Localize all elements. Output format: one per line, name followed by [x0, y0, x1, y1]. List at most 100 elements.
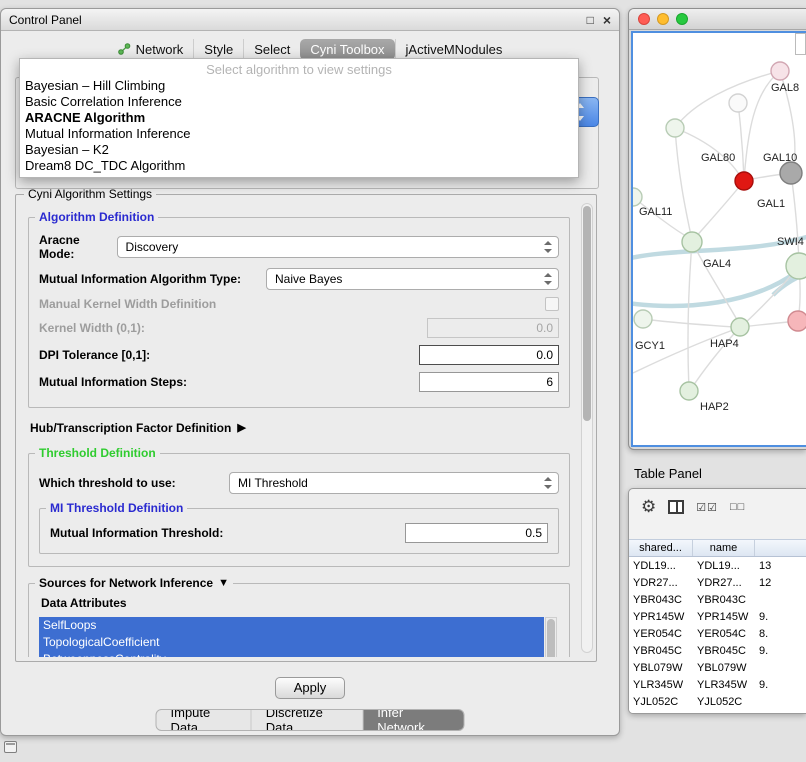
mi-algorithm-type-combobox[interactable]: Naive Bayes	[266, 268, 559, 290]
hub-definition-expander[interactable]: Hub/Transcription Factor Definition ▶	[30, 421, 568, 435]
mi-threshold-field[interactable]: 0.5	[405, 523, 548, 543]
network-edge[interactable]	[633, 197, 691, 239]
tab-select[interactable]: Select	[243, 39, 300, 60]
table-row[interactable]: YLR345WYLR345W9.	[629, 676, 806, 693]
network-node[interactable]	[735, 172, 753, 190]
threshold-definition-title: Threshold Definition	[35, 446, 160, 460]
bottom-tab-infer-network[interactable]: Infer Network	[362, 710, 463, 730]
bottom-tab-impute-data[interactable]: Impute Data	[157, 710, 251, 730]
collapsed-panel-icon[interactable]	[4, 741, 17, 753]
table-row[interactable]: YBL079WYBL079W	[629, 659, 806, 676]
table-cell: YPR145W	[693, 611, 755, 623]
network-node[interactable]	[780, 162, 802, 184]
algorithm-option-aracne-algorithm[interactable]: ARACNE Algorithm	[20, 110, 578, 126]
table-body: YDL19...YDL19...13YDR27...YDR27...12YBR0…	[629, 557, 806, 714]
network-node[interactable]	[634, 310, 652, 328]
node-label: GAL4	[703, 258, 731, 270]
network-scrollbar[interactable]	[795, 33, 806, 55]
table-cell: YER054C	[629, 628, 693, 640]
table-cell: YDR27...	[693, 577, 755, 589]
network-node[interactable]	[771, 62, 789, 80]
node-label: GAL10	[763, 152, 797, 164]
which-threshold-combobox[interactable]: MI Threshold	[229, 472, 559, 494]
network-edge[interactable]	[791, 173, 799, 264]
sources-group: Sources for Network Inference ▼ Data Att…	[28, 583, 570, 657]
select-all-icon[interactable]: ☑☑	[696, 501, 718, 514]
attributes-scrollbar[interactable]	[545, 617, 557, 657]
columns-icon[interactable]	[668, 500, 684, 514]
column-header[interactable]	[755, 540, 806, 556]
column-header[interactable]: name	[693, 540, 755, 556]
table-cell: YER054C	[693, 628, 755, 640]
node-label: GAL8	[771, 82, 799, 94]
aracne-mode-combobox[interactable]: Discovery	[117, 236, 559, 258]
table-cell: YLR345W	[629, 679, 693, 691]
apply-button[interactable]: Apply	[275, 677, 345, 699]
network-edge[interactable]	[688, 242, 692, 389]
network-edge[interactable]	[738, 103, 744, 179]
dpi-tolerance-field[interactable]: 0.0	[419, 345, 559, 365]
float-window-icon[interactable]: □	[587, 14, 594, 26]
minimize-traffic-light-icon[interactable]	[657, 13, 669, 25]
table-header-row: shared...name	[629, 539, 806, 557]
scrollbar-thumb[interactable]	[547, 619, 555, 657]
network-icon	[118, 43, 131, 55]
control-panel-titlebar: Control Panel □ ×	[1, 9, 619, 31]
node-label: GAL80	[701, 152, 735, 164]
tab-style[interactable]: Style	[193, 39, 243, 60]
tab-label: Network	[136, 42, 184, 57]
network-node[interactable]	[729, 94, 747, 112]
network-edge[interactable]	[692, 242, 740, 325]
triangle-down-icon[interactable]: ▼	[218, 578, 229, 589]
mi-steps-field[interactable]: 6	[419, 372, 559, 392]
column-header[interactable]: shared...	[629, 540, 693, 556]
gear-icon[interactable]: ⚙	[641, 497, 656, 517]
network-node[interactable]	[731, 318, 749, 336]
tab-cyni-toolbox[interactable]: Cyni Toolbox	[300, 39, 394, 60]
algorithm-option-basic-correlation-inference[interactable]: Basic Correlation Inference	[20, 94, 578, 110]
table-row[interactable]: YBR043CYBR043C	[629, 591, 806, 608]
bottom-tab-discretize-data[interactable]: Discretize Data	[251, 710, 362, 730]
network-node[interactable]	[680, 382, 698, 400]
table-row[interactable]: YER054CYER054C8.	[629, 625, 806, 642]
attribute-item-topologicalcoefficient[interactable]: TopologicalCoefficient	[39, 634, 544, 651]
tab-jactivemnodules[interactable]: jActiveMNodules	[395, 39, 513, 60]
algorithm-option-bayesian-hill-climbing[interactable]: Bayesian – Hill Climbing	[20, 78, 578, 94]
network-window-titlebar	[629, 9, 806, 30]
threshold-definition-group: Threshold Definition Which threshold to …	[28, 453, 570, 567]
network-node[interactable]	[666, 119, 684, 137]
network-edge[interactable]	[633, 273, 795, 306]
table-row[interactable]: YDR27...YDR27...12	[629, 574, 806, 591]
deselect-all-icon[interactable]: □□	[730, 501, 745, 513]
network-canvas[interactable]: GAL8GAL80GAL10GAL11GAL1SWI4GAL4GCY1HAP4H…	[631, 31, 806, 447]
zoom-traffic-light-icon[interactable]	[676, 13, 688, 25]
network-node[interactable]	[788, 311, 806, 331]
table-row[interactable]: YDL19...YDL19...13	[629, 557, 806, 574]
table-cell: YJL052C	[693, 696, 755, 708]
network-edge[interactable]	[675, 71, 780, 128]
close-window-icon[interactable]: ×	[603, 14, 611, 26]
mi-threshold-definition-title: MI Threshold Definition	[46, 501, 187, 515]
network-edge[interactable]	[675, 128, 692, 240]
table-row[interactable]: YPR145WYPR145W9.	[629, 608, 806, 625]
tab-network[interactable]: Network	[108, 39, 194, 60]
table-row[interactable]: YJL052CYJL052C	[629, 693, 806, 710]
manual-kernel-width-checkbox[interactable]	[545, 297, 559, 311]
aracne-mode-label: Aracne Mode:	[39, 233, 117, 261]
network-node[interactable]	[682, 232, 702, 252]
scrollbar-thumb[interactable]	[583, 206, 591, 421]
attribute-item-betweennesscentrality[interactable]: BetweennessCentrality	[39, 651, 544, 657]
algorithm-option-mutual-information-inference[interactable]: Mutual Information Inference	[20, 126, 578, 142]
algorithm-option-dream8-dc-tdc-algorithm[interactable]: Dream8 DC_TDC Algorithm	[20, 158, 578, 174]
algorithm-option-bayesian-k2[interactable]: Bayesian – K2	[20, 142, 578, 158]
network-node[interactable]	[786, 253, 806, 279]
settings-scroll-content: Algorithm Definition Aracne Mode: Discov…	[24, 203, 574, 657]
attribute-item-selfloops[interactable]: SelfLoops	[39, 617, 544, 634]
kernel-width-field[interactable]: 0.0	[427, 318, 559, 338]
table-row[interactable]: YBR045CYBR045C9.	[629, 642, 806, 659]
table-cell: YBR043C	[629, 594, 693, 606]
network-edge[interactable]	[694, 181, 744, 239]
close-traffic-light-icon[interactable]	[638, 13, 650, 25]
settings-scrollbar[interactable]	[581, 203, 593, 653]
mi-algorithm-type-value: Naive Bayes	[275, 272, 342, 286]
